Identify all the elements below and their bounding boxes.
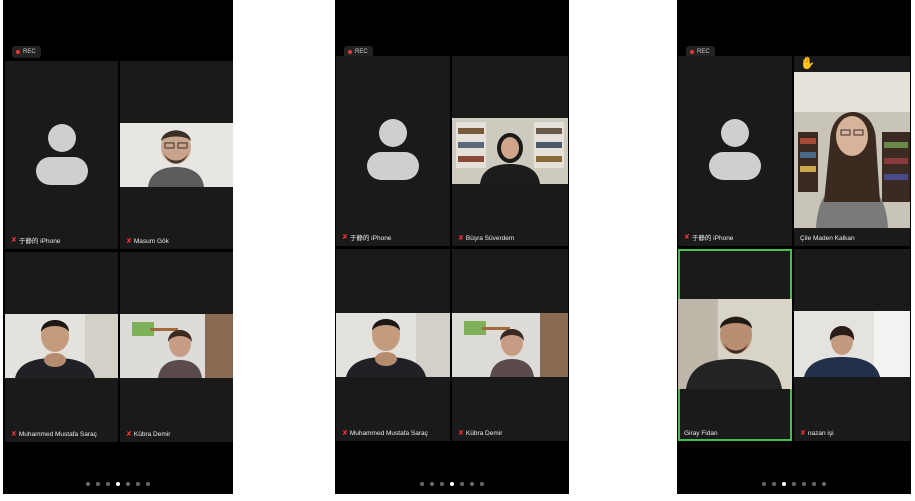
participant-video	[120, 314, 233, 378]
page-dot[interactable]	[420, 482, 424, 486]
video-frame	[452, 313, 568, 377]
page-dot-current[interactable]	[782, 482, 786, 486]
avatar-placeholder-icon	[709, 119, 761, 180]
raised-hand-icon: ✋	[800, 56, 815, 70]
video-frame	[678, 299, 792, 389]
page-dot[interactable]	[822, 482, 826, 486]
page-dot-current[interactable]	[116, 482, 120, 486]
page-dot[interactable]	[430, 482, 434, 486]
page-dot[interactable]	[762, 482, 766, 486]
participant-tile[interactable]: ✘ Kübra Demir	[452, 249, 568, 441]
video-frame	[794, 311, 910, 377]
participant-video	[794, 311, 910, 377]
participant-name: Masum Gök	[133, 238, 169, 245]
mic-muted-icon: ✘	[342, 233, 348, 241]
screen-1: REC ✘ 于静的 iPhone ✘ Masum Gök ✘ Muhammed …	[3, 0, 233, 494]
mic-muted-icon: ✘	[11, 236, 17, 244]
mic-muted-icon: ✘	[126, 238, 132, 245]
page-indicator[interactable]	[335, 482, 569, 486]
participant-name: Muhammed Mustafa Saraç	[18, 431, 97, 438]
page-dot[interactable]	[812, 482, 816, 486]
participant-name: Büşra Süverdem	[465, 235, 515, 242]
page-dot[interactable]	[772, 482, 776, 486]
participant-video	[5, 314, 118, 378]
page-dot[interactable]	[802, 482, 806, 486]
participant-tile[interactable]: Çile Maden Kalkan	[794, 56, 910, 246]
page-dot[interactable]	[460, 482, 464, 486]
participant-name: Çile Maden Kalkan	[800, 235, 855, 242]
screen-3: REC ✘ 于静的 iPhone Çile Maden Kalkan Giray…	[677, 0, 911, 494]
page-indicator[interactable]	[677, 482, 911, 486]
participant-name: Muhammed Mustafa Saraç	[349, 430, 428, 437]
participant-tile[interactable]: ✘ 于静的 iPhone	[5, 61, 118, 249]
page-dot[interactable]	[480, 482, 484, 486]
mic-muted-icon: ✘	[684, 233, 690, 241]
participant-name: 于静的 iPhone	[349, 235, 392, 242]
mic-muted-icon: ✘	[800, 430, 806, 437]
mic-muted-icon: ✘	[458, 430, 464, 437]
page-dot[interactable]	[792, 482, 796, 486]
participant-tile[interactable]: ✘ 于静的 iPhone	[678, 56, 792, 246]
participant-video	[336, 313, 450, 377]
page-dot[interactable]	[146, 482, 150, 486]
participant-name: Kübra Demir	[133, 431, 171, 438]
mic-muted-icon: ✘	[11, 431, 17, 438]
participant-video	[452, 313, 568, 377]
participant-tile[interactable]: ✘ Muhammed Mustafa Saraç	[336, 249, 450, 441]
video-frame	[120, 123, 233, 187]
participant-tile[interactable]: ✘ 于静的 iPhone	[336, 56, 450, 246]
avatar-placeholder-icon	[367, 119, 419, 180]
page-dot[interactable]	[136, 482, 140, 486]
video-frame	[120, 314, 233, 378]
video-frame	[452, 118, 568, 184]
participant-video	[452, 118, 568, 184]
participant-tile[interactable]: ✘ nazan işi	[794, 249, 910, 441]
screen-2: REC ✘ 于静的 iPhone ✘ Büşra Süverdem ✘ Muha…	[335, 0, 569, 494]
participant-video	[794, 72, 910, 228]
record-dot-icon	[348, 50, 352, 54]
mic-muted-icon: ✘	[126, 431, 132, 438]
page-dot-current[interactable]	[450, 482, 454, 486]
record-dot-icon	[690, 50, 694, 54]
video-frame	[5, 314, 118, 378]
participant-video	[678, 299, 792, 389]
participant-tile-active-speaker[interactable]: Giray Fidan	[678, 249, 792, 441]
recording-indicator: REC	[12, 46, 41, 58]
participant-tile[interactable]: ✘ Masum Gök	[120, 61, 233, 249]
page-dot[interactable]	[126, 482, 130, 486]
video-frame	[794, 72, 910, 228]
page-dot[interactable]	[96, 482, 100, 486]
participant-name: 于静的 iPhone	[691, 235, 734, 242]
participant-name: 于静的 iPhone	[18, 238, 61, 245]
participant-tile[interactable]: ✘ Kübra Demir	[120, 252, 233, 442]
participant-name: Kübra Demir	[465, 430, 503, 437]
page-dot[interactable]	[106, 482, 110, 486]
record-dot-icon	[16, 50, 20, 54]
page-indicator[interactable]	[3, 482, 233, 486]
participant-tile[interactable]: ✘ Büşra Süverdem	[452, 56, 568, 246]
participant-tile[interactable]: ✘ Muhammed Mustafa Saraç	[5, 252, 118, 442]
page-dot[interactable]	[86, 482, 90, 486]
participant-name: nazan işi	[807, 430, 834, 437]
avatar-placeholder-icon	[36, 124, 88, 185]
mic-muted-icon: ✘	[342, 430, 348, 437]
page-dot[interactable]	[470, 482, 474, 486]
participant-video	[120, 123, 233, 187]
mic-muted-icon: ✘	[458, 235, 464, 242]
video-frame	[336, 313, 450, 377]
participant-name: Giray Fidan	[684, 430, 718, 437]
page-dot[interactable]	[440, 482, 444, 486]
